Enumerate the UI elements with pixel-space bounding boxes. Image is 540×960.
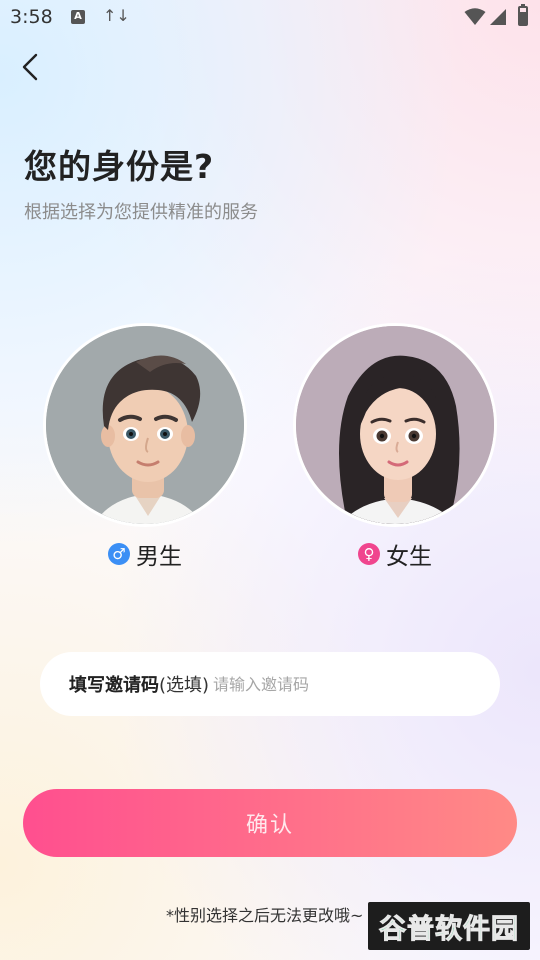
male-symbol-icon: ♂	[108, 543, 130, 565]
chevron-left-icon	[22, 53, 38, 81]
female-avatar[interactable]	[293, 323, 497, 527]
invite-code-optional: (选填)	[159, 675, 210, 696]
gender-label-male: 男生	[136, 544, 182, 570]
invite-code-label: 填写邀请码	[69, 675, 159, 696]
female-avatar-image	[296, 326, 494, 524]
gender-option-male[interactable]: ♂ 男生	[108, 540, 182, 570]
gender-label-female: 女生	[386, 544, 432, 570]
gender-lock-note: *性别选择之后无法更改哦~	[166, 906, 364, 925]
watermark-logo: 谷普软件园	[368, 902, 530, 950]
notification-icon: A	[71, 10, 85, 24]
signal-icon	[490, 9, 506, 25]
invite-code-field[interactable]: 填写邀请码 (选填)	[40, 652, 500, 716]
confirm-button-label: 确认	[245, 813, 294, 838]
confirm-button[interactable]: 确认	[23, 789, 517, 857]
wifi-icon	[464, 8, 486, 25]
back-button[interactable]	[18, 52, 46, 82]
status-time: 3:58	[10, 6, 53, 28]
battery-level	[520, 12, 526, 24]
male-avatar-image	[46, 326, 244, 524]
watermark-text: 谷普软件园	[379, 913, 519, 945]
page-title: 您的身份是?	[24, 147, 215, 186]
page-subtitle: 根据选择为您提供精准的服务	[24, 202, 258, 223]
data-transfer-icon: ↑↓	[103, 6, 130, 25]
gender-option-female[interactable]: ♀ 女生	[358, 540, 432, 570]
male-avatar[interactable]	[43, 323, 247, 527]
female-symbol-icon: ♀	[358, 543, 380, 565]
status-bar: 3:58 A ↑↓	[0, 0, 540, 36]
invite-code-input[interactable]	[213, 674, 394, 694]
